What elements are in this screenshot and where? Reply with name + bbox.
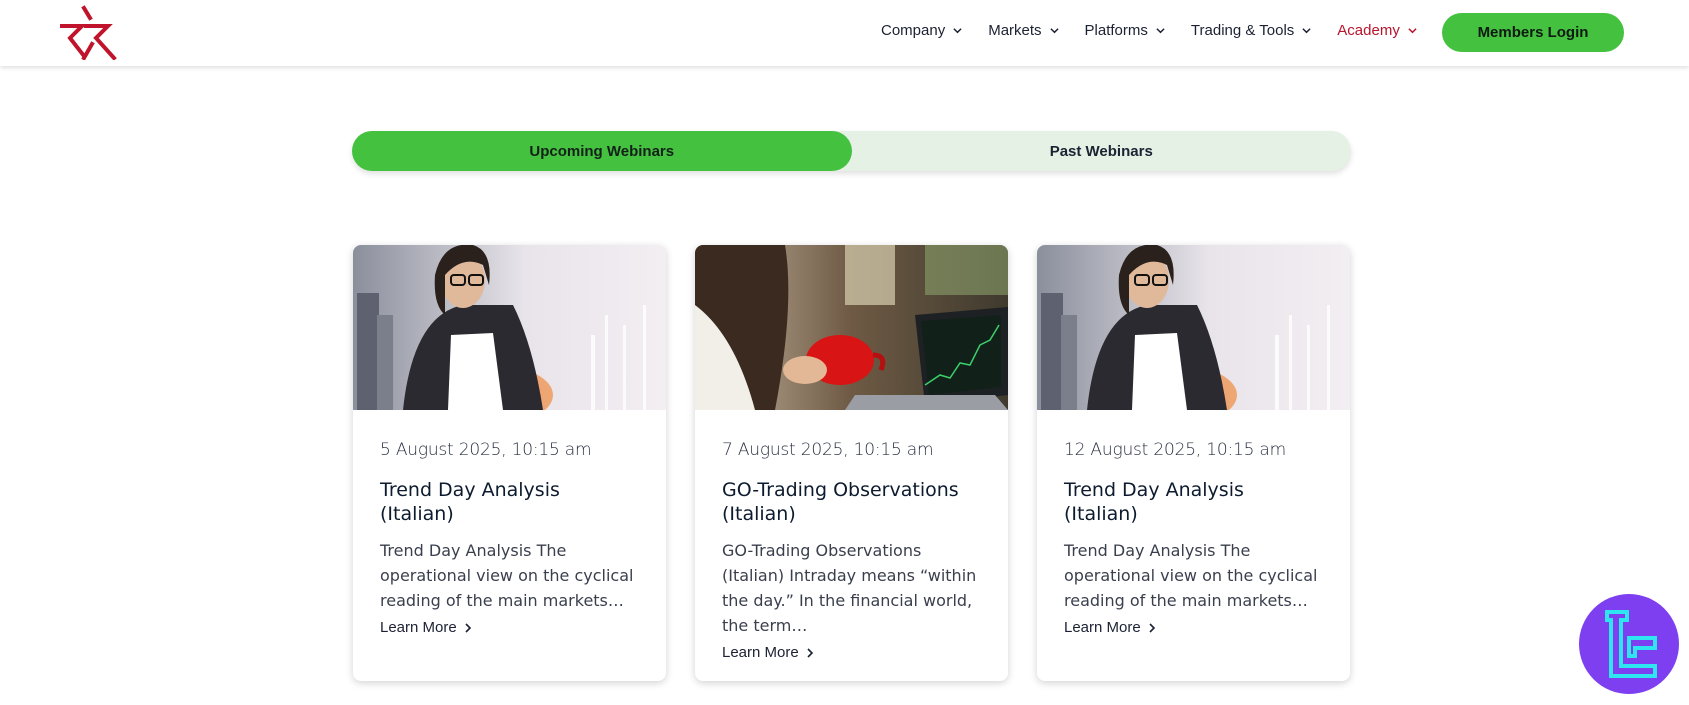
- webinar-card[interactable]: 12 August 2025, 10:15 am Trend Day Analy…: [1037, 245, 1350, 681]
- webinar-card[interactable]: 7 August 2025, 10:15 am GO-Trading Obser…: [695, 245, 1008, 681]
- tc-logo-icon: [1605, 610, 1657, 678]
- nav-trading-tools[interactable]: Trading & Tools: [1191, 22, 1311, 39]
- site-header: Company Markets Platforms Trading & Tool…: [0, 0, 1689, 66]
- nav-company-label: Company: [881, 22, 946, 39]
- webinar-card[interactable]: 5 August 2025, 10:15 am Trend Day Analys…: [353, 245, 666, 681]
- webinar-date: 12 August 2025, 10:15 am: [1064, 440, 1286, 460]
- learn-more-link[interactable]: Learn More: [380, 619, 472, 636]
- webinar-card-image: [695, 245, 1008, 410]
- nav-platforms-label: Platforms: [1084, 22, 1148, 39]
- learn-more-link[interactable]: Learn More: [722, 644, 814, 661]
- chevron-down-icon: [1049, 28, 1059, 34]
- nav-academy-label: Academy: [1337, 22, 1400, 39]
- nav-markets-label: Markets: [988, 22, 1042, 39]
- members-login-button[interactable]: Members Login: [1442, 13, 1624, 52]
- chevron-down-icon: [953, 28, 962, 34]
- nav-markets[interactable]: Markets: [988, 22, 1059, 39]
- webinar-date: 5 August 2025, 10:15 am: [380, 440, 592, 460]
- chevron-down-icon: [1408, 28, 1417, 34]
- chevron-right-icon: [1149, 622, 1155, 633]
- tab-past-webinars[interactable]: Past Webinars: [852, 131, 1352, 171]
- main-nav: Company Markets Platforms Trading & Tool…: [881, 22, 1443, 39]
- webinar-title[interactable]: Trend Day Analysis (Italian): [1064, 478, 1323, 526]
- nav-company[interactable]: Company: [881, 22, 962, 39]
- webinar-card-image: [353, 245, 666, 410]
- learn-more-link[interactable]: Learn More: [1064, 619, 1156, 636]
- learn-more-label: Learn More: [722, 644, 799, 661]
- webinar-date: 7 August 2025, 10:15 am: [722, 440, 934, 460]
- tab-upcoming-webinars[interactable]: Upcoming Webinars: [352, 131, 852, 171]
- nav-platforms[interactable]: Platforms: [1085, 22, 1165, 39]
- brand-logo[interactable]: [56, 4, 120, 60]
- webinar-title[interactable]: GO-Trading Observations (Italian): [722, 478, 981, 526]
- learn-more-label: Learn More: [1064, 619, 1141, 636]
- chevron-down-icon: [1156, 28, 1165, 34]
- chevron-down-icon: [1302, 28, 1311, 34]
- chevron-right-icon: [807, 647, 813, 658]
- webinar-description: Trend Day Analysis The operational view …: [1064, 541, 1318, 610]
- webinar-card-image: [1037, 245, 1350, 410]
- webinar-title[interactable]: Trend Day Analysis (Italian): [380, 478, 639, 526]
- nav-trading-tools-label: Trading & Tools: [1190, 22, 1295, 39]
- chevron-right-icon: [465, 622, 471, 633]
- webinar-description: GO-Trading Observations (Italian) Intrad…: [722, 541, 977, 635]
- learn-more-label: Learn More: [380, 619, 457, 636]
- webinar-tabs: Upcoming Webinars Past Webinars: [352, 131, 1351, 171]
- watermark-badge: [1579, 594, 1679, 694]
- webinar-description: Trend Day Analysis The operational view …: [380, 541, 634, 610]
- nav-academy[interactable]: Academy: [1337, 22, 1417, 39]
